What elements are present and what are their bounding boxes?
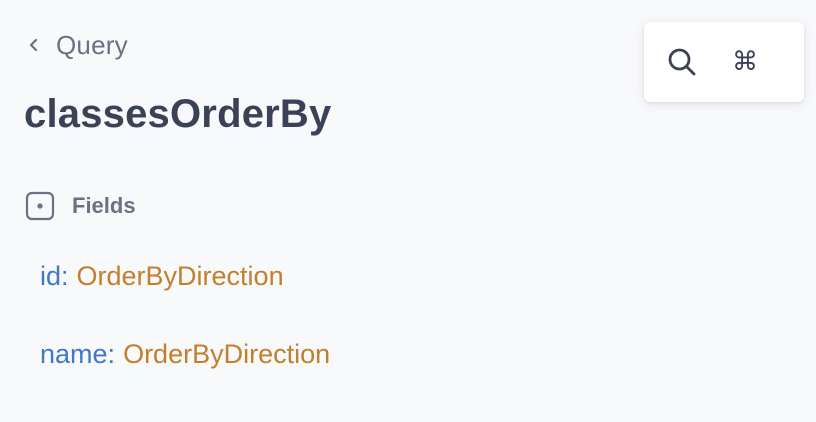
- fields-section-header: Fields: [24, 190, 136, 222]
- search-icon[interactable]: [666, 46, 698, 78]
- search-popover: ⌘: [644, 22, 804, 102]
- fields-section-label: Fields: [72, 193, 136, 218]
- command-key-icon: ⌘: [732, 47, 758, 77]
- field-type-link[interactable]: OrderByDirection: [77, 261, 284, 292]
- field-row-id: id : OrderByDirection: [40, 258, 284, 294]
- field-colon: :: [107, 338, 116, 369]
- field-box-icon: [25, 191, 55, 221]
- field-name-name[interactable]: name: [40, 339, 108, 370]
- field-type-link[interactable]: OrderByDirection: [123, 339, 330, 370]
- page-title: classesOrderBy: [24, 92, 332, 136]
- field-colon: :: [61, 260, 69, 291]
- breadcrumb-label: Query: [56, 29, 128, 60]
- field-row-name: name : OrderByDirection: [40, 336, 330, 372]
- docs-explorer-panel: Query classesOrderBy Fields id : OrderBy…: [0, 0, 816, 422]
- chevron-left-icon: [29, 38, 38, 52]
- field-name-id[interactable]: id: [40, 261, 61, 292]
- breadcrumb-back[interactable]: Query: [26, 28, 128, 62]
